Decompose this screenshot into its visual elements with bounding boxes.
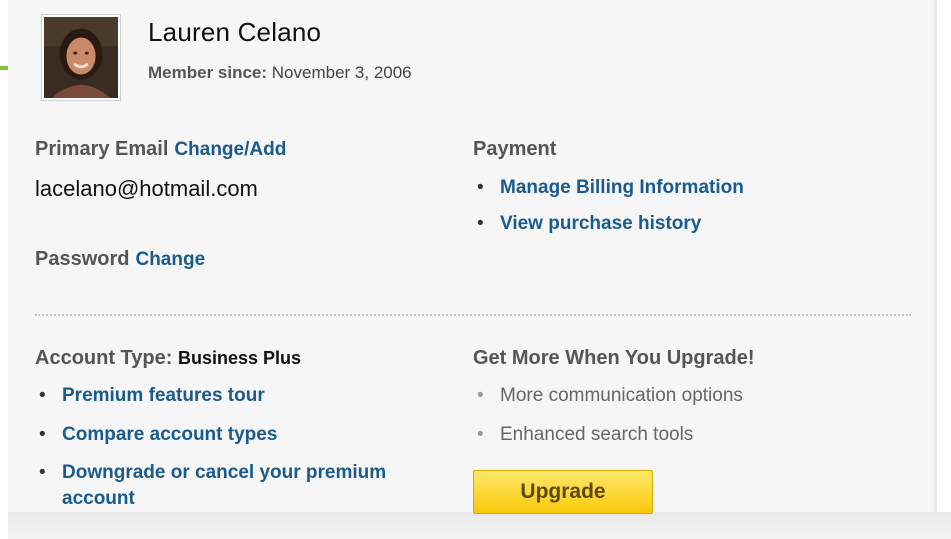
compare-accounts-link[interactable]: Compare account types <box>62 424 277 445</box>
account-links: Premium features tour Compare account ty… <box>35 385 435 512</box>
upgrade-heading: Get More When You Upgrade! <box>473 347 755 369</box>
primary-email-value: lacelano@hotmail.com <box>35 176 258 201</box>
panel-footer-shadow <box>8 512 951 539</box>
password-heading: Password Change <box>35 248 205 271</box>
account-type-heading: Account Type: Business Plus <box>35 347 301 370</box>
list-item: Premium features tour <box>35 385 435 407</box>
member-since-label: Member since: <box>148 63 268 82</box>
panel-edge <box>934 0 937 512</box>
list-item: Compare account types <box>35 424 435 446</box>
account-type-label: Account Type: <box>35 347 173 369</box>
list-item: Downgrade or cancel your premium account <box>35 460 435 512</box>
avatar <box>41 14 121 101</box>
list-item: Manage Billing Information <box>473 177 893 199</box>
manage-billing-link[interactable]: Manage Billing Information <box>500 177 744 198</box>
account-type-value: Business Plus <box>177 348 302 368</box>
primary-email-label: Primary Email <box>35 138 169 160</box>
member-since-date: November 3, 2006 <box>271 63 412 82</box>
upgrade-button[interactable]: Upgrade <box>473 470 653 514</box>
downgrade-cancel-link[interactable]: Downgrade or cancel your premium account <box>62 462 386 509</box>
premium-tour-link[interactable]: Premium features tour <box>62 385 265 406</box>
list-item: Enhanced search tools <box>473 424 893 446</box>
payment-links: Manage Billing Information View purchase… <box>473 177 893 235</box>
profile-photo-icon <box>44 17 118 98</box>
list-item: View purchase history <box>473 213 893 235</box>
change-email-link[interactable]: Change/Add <box>174 139 286 160</box>
payment-heading: Payment <box>473 138 557 160</box>
upgrade-features: More communication options Enhanced sear… <box>473 385 893 446</box>
list-item: More communication options <box>473 385 893 407</box>
primary-email-heading: Primary Email Change/Add <box>35 138 286 161</box>
password-label: Password <box>35 248 130 270</box>
change-password-link[interactable]: Change <box>135 249 205 270</box>
section-divider <box>35 314 911 316</box>
purchase-history-link[interactable]: View purchase history <box>500 213 701 234</box>
member-since: Member since: November 3, 2006 <box>148 63 412 83</box>
profile-name: Lauren Celano <box>148 17 322 47</box>
